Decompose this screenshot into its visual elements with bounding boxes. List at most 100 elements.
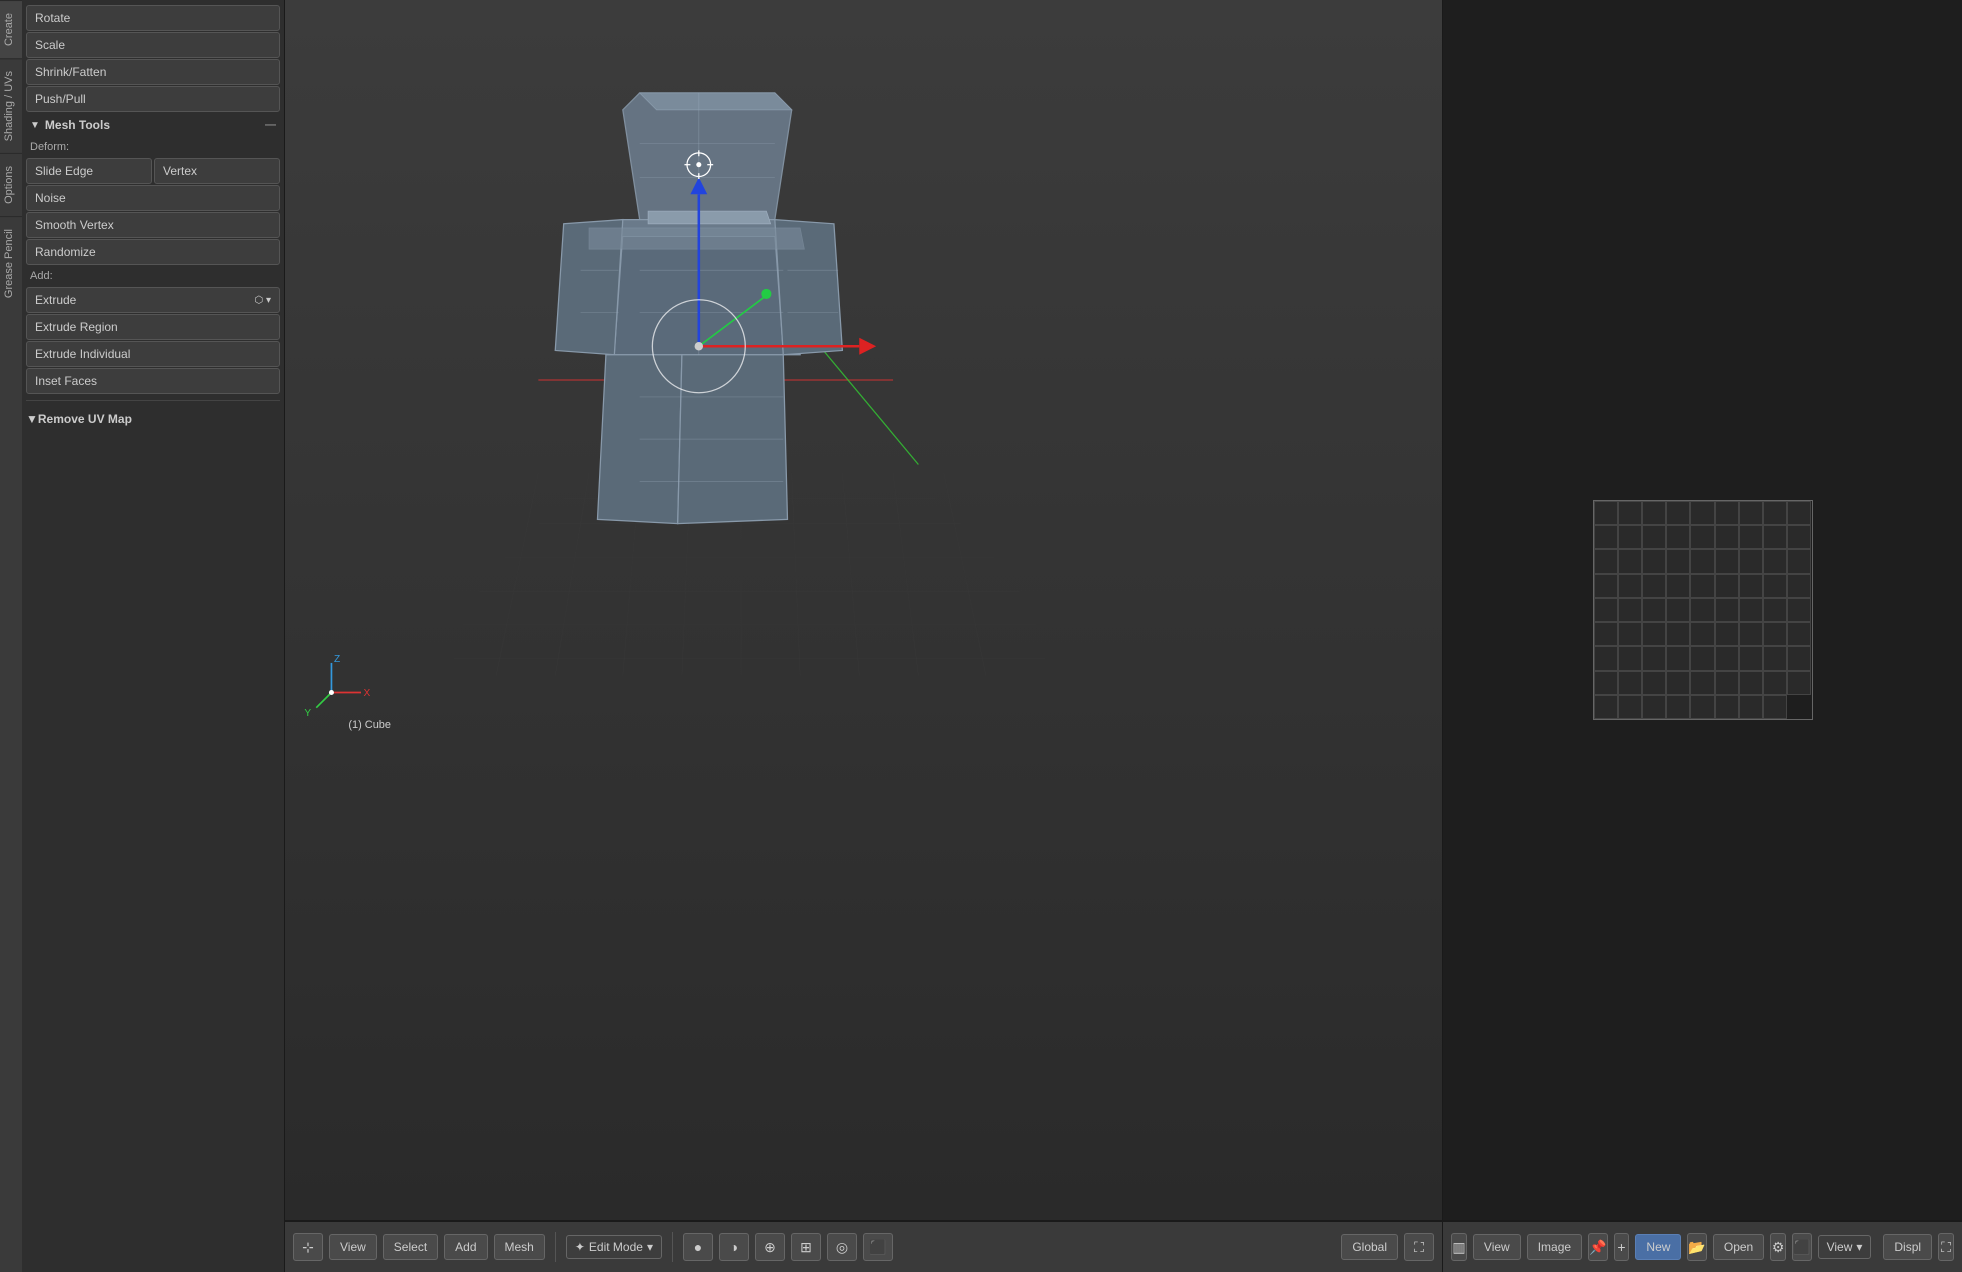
uv-cell — [1763, 622, 1787, 646]
shading-mode-btn[interactable]: ● — [683, 1233, 713, 1261]
uv-cell — [1739, 525, 1763, 549]
push-pull-button[interactable]: Push/Pull — [26, 86, 280, 112]
uv-cell — [1690, 622, 1714, 646]
shrink-fatten-button[interactable]: Shrink/Fatten — [26, 59, 280, 85]
displ-button[interactable]: Displ — [1883, 1234, 1932, 1260]
slide-edge-button[interactable]: Slide Edge — [26, 158, 152, 184]
extrude-arrow-icon: ⬡ ▾ — [254, 295, 271, 306]
uv-cell — [1618, 574, 1642, 598]
remove-uv-arrow: ▼ — [26, 412, 38, 426]
rotate-button[interactable]: Rotate — [26, 5, 280, 31]
tab-grease-pencil[interactable]: Grease Pencil — [0, 216, 22, 310]
new-button[interactable]: New — [1635, 1234, 1681, 1260]
uv-cell — [1666, 501, 1690, 525]
uv-cell — [1690, 671, 1714, 695]
uv-maximize-btn[interactable]: ⛶ — [1938, 1233, 1954, 1261]
open-icon[interactable]: 📂 — [1687, 1233, 1706, 1261]
uv-image-button[interactable]: Image — [1527, 1234, 1582, 1260]
randomize-button[interactable]: Randomize — [26, 239, 280, 265]
open-button[interactable]: Open — [1713, 1234, 1764, 1260]
snap-btn[interactable]: ⊞ — [791, 1233, 821, 1261]
uv-cell — [1715, 646, 1739, 670]
vertex-button[interactable]: Vertex — [154, 158, 280, 184]
extrude-region-button[interactable]: Extrude Region — [26, 314, 280, 340]
uv-viewport[interactable] — [1443, 0, 1962, 1220]
pivot-btn[interactable]: ⊕ — [755, 1233, 785, 1261]
uv-cell — [1739, 695, 1763, 719]
uv-cell — [1666, 695, 1690, 719]
uv-render-icon[interactable]: ⬛ — [1792, 1233, 1811, 1261]
mesh-tools-arrow: ▼ — [30, 120, 40, 131]
uv-cell — [1715, 598, 1739, 622]
uv-cell — [1618, 622, 1642, 646]
uv-cell — [1787, 622, 1811, 646]
uv-cell — [1594, 622, 1618, 646]
sidebar-content: Rotate Scale Shrink/Fatten Push/Pull ▼ M… — [22, 0, 284, 1272]
uv-cell — [1739, 622, 1763, 646]
mesh-tools-section-header[interactable]: ▼ Mesh Tools — — [22, 113, 284, 137]
extrude-label: Extrude — [35, 293, 76, 307]
viewport-3d[interactable]: X Z Y (1) Cube — [285, 0, 1442, 1220]
uv-cell — [1594, 549, 1618, 573]
uv-cell — [1715, 671, 1739, 695]
uv-cell — [1642, 501, 1666, 525]
uv-cell — [1666, 646, 1690, 670]
uv-cell — [1618, 549, 1642, 573]
uv-cell — [1787, 501, 1811, 525]
uv-cell — [1715, 501, 1739, 525]
uv-sync-btn[interactable]: ⬛ — [863, 1233, 893, 1261]
uv-cell — [1763, 549, 1787, 573]
smooth-vertex-button[interactable]: Smooth Vertex — [26, 212, 280, 238]
extrude-individual-button[interactable]: Extrude Individual — [26, 341, 280, 367]
uv-add-icon[interactable]: + — [1614, 1233, 1630, 1261]
viewport-origin-icon[interactable]: ⊹ — [293, 1233, 323, 1261]
inset-faces-button[interactable]: Inset Faces — [26, 368, 280, 394]
tab-shading-uvs[interactable]: Shading / UVs — [0, 58, 22, 153]
uv-cell — [1690, 598, 1714, 622]
viewport-shading-btn[interactable]: ◑ — [719, 1233, 749, 1261]
uv-cell — [1763, 598, 1787, 622]
deform-row: Slide Edge Vertex — [26, 158, 280, 184]
uv-cell — [1690, 574, 1714, 598]
mode-label: Edit Mode — [589, 1240, 643, 1254]
uv-cell — [1763, 501, 1787, 525]
uv-pin-icon[interactable]: 📌 — [1588, 1233, 1607, 1261]
scale-button[interactable]: Scale — [26, 32, 280, 58]
uv-cell — [1618, 671, 1642, 695]
uv-cell — [1739, 598, 1763, 622]
mode-selector[interactable]: ✦ Edit Mode ▾ — [566, 1235, 662, 1259]
uv-view-button[interactable]: View — [1473, 1234, 1521, 1260]
uv-cell — [1787, 671, 1811, 695]
uv-view-mode[interactable]: View ▾ — [1818, 1235, 1872, 1259]
viewport-view-button[interactable]: View — [329, 1234, 377, 1260]
uv-cell — [1642, 695, 1666, 719]
uv-cell — [1666, 549, 1690, 573]
uv-cell — [1594, 646, 1618, 670]
viewport-bottom-bar: ⊹ View Select Add Mesh ✦ Edit Mode ▾ ● ◑… — [285, 1220, 1442, 1272]
uv-grid — [1593, 500, 1813, 720]
uv-cell — [1618, 646, 1642, 670]
uv-tools-icon[interactable]: ⚙ — [1770, 1233, 1786, 1261]
proportional-btn[interactable]: ◎ — [827, 1233, 857, 1261]
viewport-select-button[interactable]: Select — [383, 1234, 438, 1260]
maximize-btn[interactable]: ⛶ — [1404, 1233, 1434, 1261]
uv-cell — [1739, 574, 1763, 598]
uv-cell — [1763, 671, 1787, 695]
uv-cell — [1666, 671, 1690, 695]
uv-cell — [1618, 501, 1642, 525]
extrude-dropdown[interactable]: Extrude ⬡ ▾ — [26, 287, 280, 313]
viewport-mesh-button[interactable]: Mesh — [494, 1234, 545, 1260]
section-divider — [26, 400, 280, 401]
uv-cell — [1594, 525, 1618, 549]
uv-cell — [1642, 549, 1666, 573]
uv-cell — [1715, 549, 1739, 573]
uv-cell — [1690, 549, 1714, 573]
uv-cell — [1739, 646, 1763, 670]
remove-uv-header[interactable]: ▼ Remove UV Map — [22, 407, 284, 431]
uv-editor-icon[interactable]: ▥ — [1451, 1233, 1467, 1261]
orientation-button[interactable]: Global — [1341, 1234, 1398, 1260]
noise-button[interactable]: Noise — [26, 185, 280, 211]
tab-create[interactable]: Create — [0, 0, 22, 58]
viewport-add-button[interactable]: Add — [444, 1234, 487, 1260]
tab-options[interactable]: Options — [0, 153, 22, 216]
